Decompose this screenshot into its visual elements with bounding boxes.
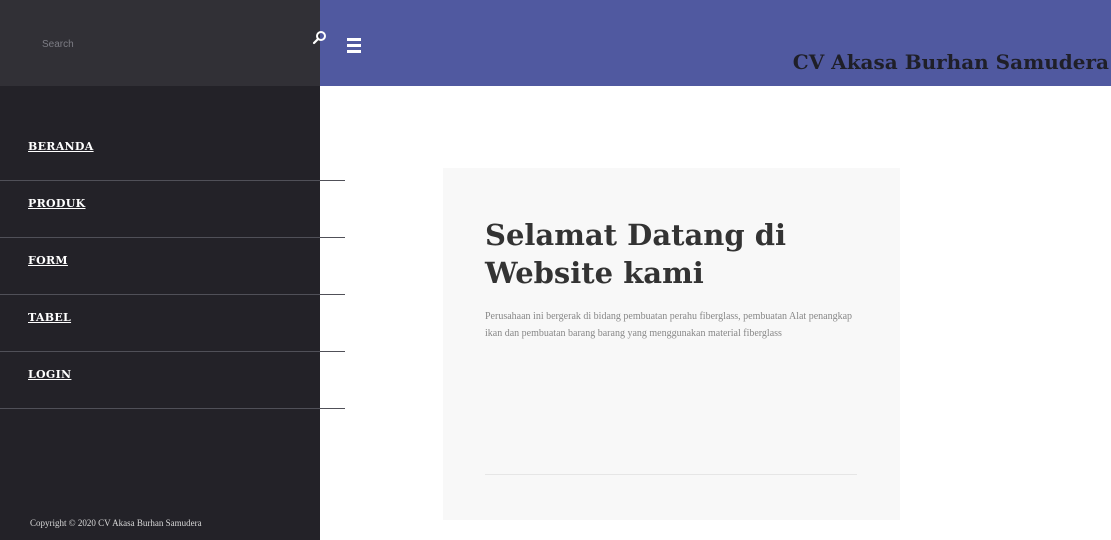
- card-divider: [485, 474, 857, 475]
- sidebar-item-produk[interactable]: PRODUK: [0, 181, 345, 238]
- sidebar-item-beranda[interactable]: BERANDA: [0, 124, 345, 181]
- sidebar-item-label: FORM: [28, 254, 68, 267]
- sidebar: BERANDA PRODUK FORM TABEL LOGIN Copyrigh…: [0, 0, 345, 540]
- copyright-text: Copyright © 2020 CV Akasa Burhan Samuder…: [30, 518, 202, 528]
- sidebar-nav: BERANDA PRODUK FORM TABEL LOGIN: [0, 124, 345, 409]
- sidebar-item-login[interactable]: LOGIN: [0, 352, 345, 409]
- search-box: [0, 0, 326, 86]
- search-input[interactable]: [40, 34, 290, 54]
- sidebar-item-form[interactable]: FORM: [0, 238, 345, 295]
- sidebar-item-tabel[interactable]: TABEL: [0, 295, 345, 352]
- sidebar-item-label: LOGIN: [28, 368, 72, 381]
- divider: [320, 408, 345, 409]
- sidebar-item-label: BERANDA: [28, 140, 94, 153]
- welcome-card: Selamat Datang di Website kami Perusahaa…: [443, 168, 900, 520]
- hamburger-menu-icon[interactable]: [345, 36, 367, 56]
- search-icon[interactable]: [312, 30, 328, 46]
- brand-title[interactable]: CV Akasa Burhan Samudera: [793, 50, 1109, 74]
- welcome-description: Perusahaan ini bergerak di bidang pembua…: [485, 311, 853, 339]
- welcome-title: Selamat Datang di Website kami: [485, 218, 787, 290]
- sidebar-item-label: PRODUK: [28, 197, 86, 210]
- sidebar-item-label: TABEL: [28, 311, 72, 324]
